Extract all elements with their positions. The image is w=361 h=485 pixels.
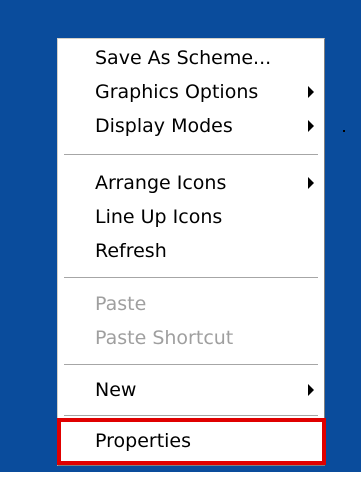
menu-item-paste: Paste bbox=[58, 287, 324, 321]
menu-item-label: Display Modes bbox=[95, 115, 233, 137]
menu-separator bbox=[64, 415, 318, 417]
menu-item-save-as-scheme[interactable]: Save As Scheme... bbox=[58, 41, 324, 75]
menu-item-properties[interactable]: Properties bbox=[58, 424, 324, 458]
menu-item-label: Paste Shortcut bbox=[95, 327, 234, 349]
menu-item-label: Paste bbox=[95, 293, 147, 315]
menu-item-refresh[interactable]: Refresh bbox=[58, 234, 324, 268]
menu-separator bbox=[64, 154, 318, 156]
menu-item-label: Graphics Options bbox=[95, 81, 259, 103]
submenu-arrow-icon bbox=[308, 120, 314, 132]
menu-item-graphics-options[interactable]: Graphics Options bbox=[58, 75, 324, 109]
menu-item-line-up-icons[interactable]: Line Up Icons bbox=[58, 200, 324, 234]
menu-separator bbox=[64, 277, 318, 279]
menu-separator bbox=[64, 364, 318, 366]
menu-item-new[interactable]: New bbox=[58, 373, 324, 407]
menu-item-label: Save As Scheme... bbox=[95, 47, 272, 69]
submenu-arrow-icon bbox=[308, 384, 314, 396]
submenu-arrow-icon bbox=[308, 86, 314, 98]
menu-item-label: Arrange Icons bbox=[95, 172, 227, 194]
menu-item-arrange-icons[interactable]: Arrange Icons bbox=[58, 166, 324, 200]
menu-item-label: Properties bbox=[95, 430, 192, 452]
desktop-dot bbox=[343, 130, 345, 132]
menu-item-paste-shortcut: Paste Shortcut bbox=[58, 321, 324, 355]
context-menu: Save As Scheme... Graphics Options Displ… bbox=[57, 38, 325, 466]
menu-item-label: Line Up Icons bbox=[95, 206, 223, 228]
submenu-arrow-icon bbox=[308, 177, 314, 189]
menu-item-display-modes[interactable]: Display Modes bbox=[58, 109, 324, 143]
menu-item-label: Refresh bbox=[95, 240, 167, 262]
menu-item-label: New bbox=[95, 379, 137, 401]
